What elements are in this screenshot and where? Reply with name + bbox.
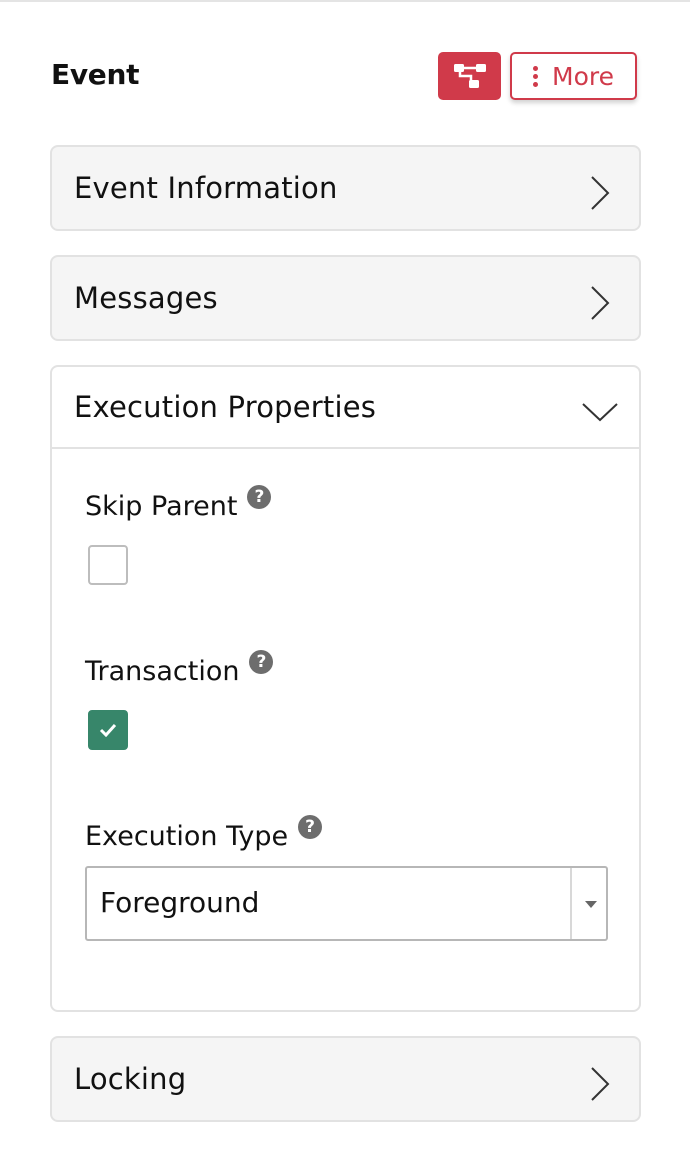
panel-header-messages[interactable]: Messages (52, 257, 639, 339)
execution-type-value: Foreground (100, 886, 260, 919)
hierarchy-icon (453, 64, 486, 88)
chevron-right-icon (591, 176, 610, 210)
panel-title: Locking (74, 1062, 187, 1096)
execution-type-select[interactable]: Foreground (85, 866, 608, 941)
chevron-right-icon (591, 1067, 610, 1101)
hierarchy-button[interactable] (438, 52, 501, 100)
help-icon[interactable]: ? (249, 650, 274, 674)
execution-type-label: Execution Type ? (85, 815, 323, 852)
event-header: Event More (50, 50, 640, 102)
transaction-field: Transaction ? (85, 650, 274, 750)
panel-header-locking[interactable]: Locking (52, 1038, 639, 1120)
skip-parent-field: Skip Parent ? (85, 485, 272, 585)
skip-parent-checkbox[interactable] (88, 545, 128, 585)
select-divider (570, 868, 572, 939)
panel-execution-properties: Execution Properties Skip Parent ? Trans… (50, 365, 641, 1012)
panel-header-execution-properties[interactable]: Execution Properties (52, 367, 639, 449)
transaction-label: Transaction ? (85, 650, 274, 687)
panel-locking[interactable]: Locking (50, 1036, 641, 1122)
more-button-label: More (552, 61, 614, 91)
panel-header-event-information[interactable]: Event Information (52, 147, 639, 229)
transaction-label-text: Transaction (85, 656, 240, 687)
skip-parent-label-text: Skip Parent (85, 491, 238, 522)
chevron-down-icon (582, 403, 618, 422)
execution-type-field: Execution Type ? Foreground (85, 815, 608, 941)
page-title: Event (51, 58, 140, 91)
panel-event-information[interactable]: Event Information (50, 145, 641, 231)
panel-messages[interactable]: Messages (50, 255, 641, 341)
execution-type-label-text: Execution Type (85, 821, 289, 852)
caret-down-icon[interactable] (585, 901, 597, 908)
chevron-right-icon (591, 286, 610, 320)
panel-title: Execution Properties (74, 390, 377, 424)
panel-title: Messages (74, 281, 218, 315)
kebab-vertical-icon (533, 65, 538, 87)
top-divider (0, 0, 690, 3)
panel-title: Event Information (74, 171, 338, 205)
checkmark-icon (99, 723, 117, 737)
help-icon[interactable]: ? (247, 485, 272, 509)
help-icon[interactable]: ? (298, 815, 323, 839)
more-button[interactable]: More (510, 52, 637, 100)
transaction-checkbox[interactable] (88, 710, 128, 750)
skip-parent-label: Skip Parent ? (85, 485, 272, 522)
